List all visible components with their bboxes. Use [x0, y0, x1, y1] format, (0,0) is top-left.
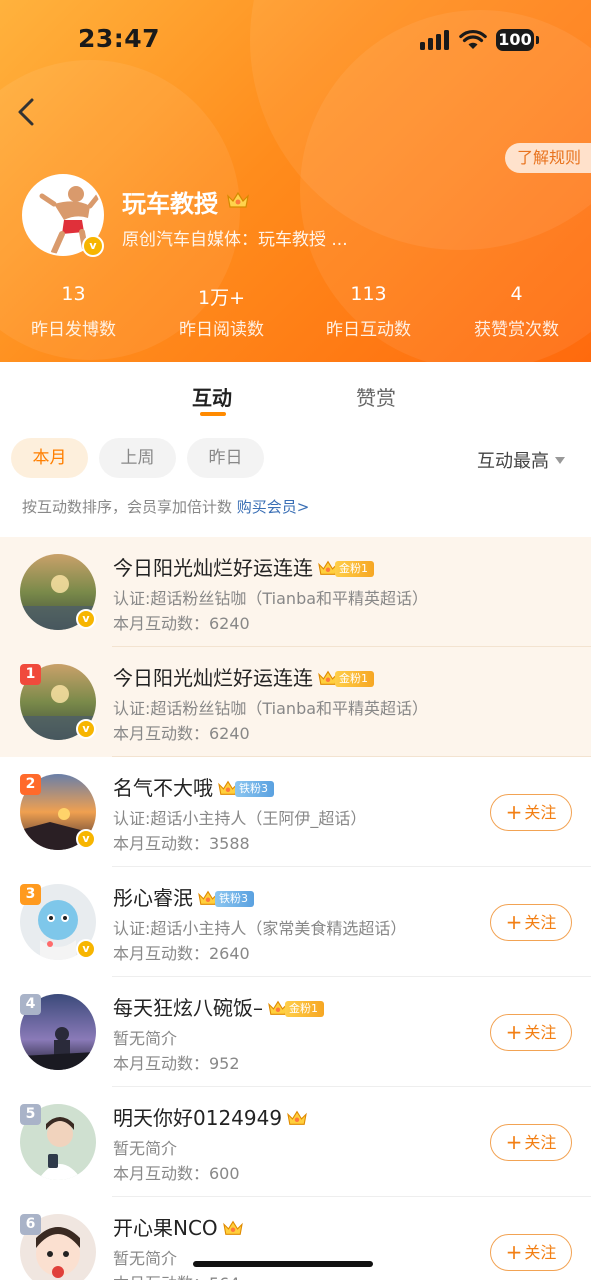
user-name: 开心果NCO — [113, 1212, 244, 1241]
wifi-icon — [459, 29, 487, 49]
stat-rewards: 4 获赞赏次数 — [474, 283, 559, 340]
profile-header: 23:47 100 了解规则 v 玩车教授 原创汽车自媒体：玩车教授 ... 1… — [0, 0, 591, 362]
interaction-list: v 今日阳光灿烂好运连连 金粉1 认证:超话粉丝钻咖（Tianba和平精英超话） … — [0, 537, 591, 1280]
plus-icon: + — [505, 910, 523, 934]
user-certification: 认证:超话小主持人（家常美食精选超话） — [113, 919, 407, 938]
fan-badge: 铁粉3 — [235, 781, 274, 797]
user-certification: 认证:超话粉丝钻咖（Tianba和平精英超话） — [113, 589, 429, 608]
verified-badge-icon: v — [76, 939, 96, 959]
rank-badge: 6 — [20, 1214, 41, 1235]
user-name: 今日阳光灿烂好运连连 金粉1 — [113, 552, 374, 581]
interaction-count: 本月互动数：6240 — [113, 614, 250, 633]
follow-button[interactable]: + 关注 — [490, 1124, 572, 1161]
user-description: 原创汽车自媒体：玩车教授 ... — [122, 230, 348, 250]
list-item[interactable]: 3 v 彤心睿泯 铁粉3 认证:超话小主持人（家常美食精选超话） 本月互动数：26… — [0, 867, 591, 977]
follow-button[interactable]: + 关注 — [490, 1014, 572, 1051]
filter-yesterday[interactable]: 昨日 — [187, 438, 264, 478]
tab-rewards[interactable]: 赞赏 — [356, 382, 396, 411]
fan-badge: 金粉1 — [285, 1001, 324, 1017]
tab-bar: 互动 赞赏 — [0, 362, 591, 424]
plus-icon: + — [505, 1240, 523, 1264]
user-name: 今日阳光灿烂好运连连 金粉1 — [113, 662, 374, 691]
verified-badge-icon: v — [82, 235, 104, 257]
verified-badge-icon: v — [76, 609, 96, 629]
buy-membership-link[interactable]: 购买会员> — [237, 498, 310, 516]
fan-badge: 金粉1 — [335, 671, 374, 687]
list-item[interactable]: 6 开心果NCO 暂无简介 本月互动数：564 +关注 — [0, 1197, 591, 1280]
list-item[interactable]: 5 明天你好0124949 暂无简介 本月互动数：600 + 关注 — [0, 1087, 591, 1197]
filter-last-week[interactable]: 上周 — [99, 438, 176, 478]
list-item[interactable]: 1 v 今日阳光灿烂好运连连 金粉1 认证:超话粉丝钻咖（Tianba和平精英超话… — [0, 647, 591, 757]
rank-badge: 2 — [20, 774, 41, 795]
plus-icon: + — [505, 1020, 523, 1044]
interaction-count: 本月互动数：2640 — [113, 944, 250, 963]
rules-button[interactable]: 了解规则 — [505, 143, 591, 173]
list-item[interactable]: 4 每天狂炫八碗饭– 金粉1 暂无简介 本月互动数：952 + 关注 — [0, 977, 591, 1087]
filter-bar: 本月 上周 昨日 互动最高 — [0, 438, 591, 480]
user-name: 明天你好0124949 — [113, 1102, 308, 1131]
back-arrow-icon[interactable] — [12, 94, 42, 130]
list-item[interactable]: v 今日阳光灿烂好运连连 金粉1 认证:超话粉丝钻咖（Tianba和平精英超话） … — [0, 537, 591, 647]
rank-badge: 4 — [20, 994, 41, 1015]
rank-badge: 5 — [20, 1104, 41, 1125]
crown-icon — [222, 1220, 243, 1235]
user-description: 暂无简介 — [113, 1029, 178, 1048]
crown-icon — [287, 1110, 307, 1125]
stats-row: 13 昨日发博数 1万+ 昨日阅读数 113 昨日互动数 4 获赞赏次数 — [0, 283, 591, 343]
plus-icon: + — [505, 800, 523, 824]
stat-reads: 1万+ 昨日阅读数 — [179, 287, 264, 340]
list-item[interactable]: 2 v 名气不大哦 铁粉3 认证:超话小主持人（王阿伊_超话） 本月互动数：358… — [0, 757, 591, 867]
user-name: 名气不大哦 铁粉3 — [113, 772, 274, 801]
sort-dropdown[interactable]: 互动最高 — [477, 447, 565, 473]
status-time: 23:47 — [78, 24, 161, 53]
interaction-count: 本月互动数：3588 — [113, 834, 250, 853]
home-indicator[interactable] — [193, 1261, 373, 1267]
follow-button[interactable]: + 关注 — [490, 794, 572, 831]
user-description: 暂无简介 — [113, 1249, 178, 1268]
fan-badge: 金粉1 — [335, 561, 374, 577]
fan-badge: 铁粉3 — [215, 891, 254, 907]
dropdown-triangle-icon — [555, 457, 565, 464]
rank-badge: 1 — [20, 664, 41, 685]
crown-icon — [227, 191, 249, 208]
interaction-count: 本月互动数：6240 — [113, 724, 250, 743]
follow-button[interactable]: + 关注 — [490, 904, 572, 941]
sort-hint: 按互动数排序，会员享加倍计数 购买会员> — [22, 498, 310, 516]
cellular-signal-icon — [420, 30, 450, 50]
user-certification: 认证:超话粉丝钻咖（Tianba和平精英超话） — [113, 699, 429, 718]
interaction-count: 本月互动数：564 — [113, 1270, 240, 1280]
interaction-count: 本月互动数：600 — [113, 1164, 240, 1183]
tab-underline — [200, 412, 226, 416]
user-certification: 认证:超话小主持人（王阿伊_超话） — [113, 809, 367, 828]
battery-icon: 100 — [496, 29, 534, 51]
verified-badge-icon: v — [76, 719, 96, 739]
tab-interactions[interactable]: 互动 — [192, 382, 232, 411]
interaction-count: 本月互动数：952 — [113, 1054, 240, 1073]
stat-posts: 13 昨日发博数 — [31, 283, 116, 340]
user-description: 暂无简介 — [113, 1139, 178, 1158]
stat-interactions: 113 昨日互动数 — [326, 283, 411, 340]
user-name: 玩车教授 — [122, 190, 218, 218]
user-name: 彤心睿泯 铁粉3 — [113, 882, 254, 911]
user-name: 每天狂炫八碗饭– 金粉1 — [113, 992, 324, 1021]
plus-icon: + — [505, 1130, 523, 1154]
rank-badge: 3 — [20, 884, 41, 905]
filter-this-month[interactable]: 本月 — [11, 438, 88, 478]
verified-badge-icon: v — [76, 829, 96, 849]
follow-button[interactable]: + 关注 — [490, 1234, 572, 1271]
